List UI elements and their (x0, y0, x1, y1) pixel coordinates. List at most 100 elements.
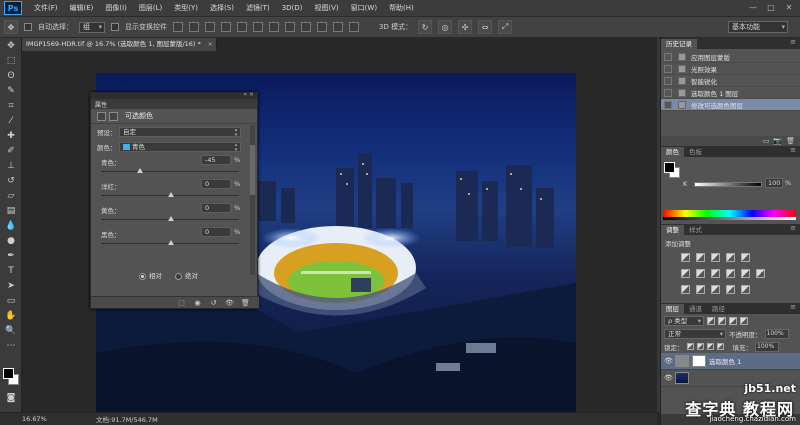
tab-channels[interactable]: 通道 (684, 304, 707, 314)
k-value-input[interactable]: 100 (765, 178, 783, 188)
distribute-middle-icon[interactable] (285, 22, 295, 32)
move-tool-icon[interactable]: ✥ (4, 20, 18, 34)
color-swatches[interactable] (2, 368, 20, 386)
filter-pixel-icon[interactable] (707, 316, 715, 325)
curves-icon[interactable] (711, 253, 720, 262)
slider-value-input[interactable]: -45 (201, 155, 231, 165)
slider-track[interactable] (101, 171, 239, 172)
menu-view[interactable]: 视图(V) (308, 0, 344, 17)
document-tab[interactable]: IMGP1569-HDR.tif @ 16.7% (选取颜色 1, 图层蒙版/1… (22, 38, 217, 51)
quick-select-icon[interactable]: ✎ (0, 83, 22, 98)
foreground-color-swatch[interactable] (3, 368, 14, 379)
align-left-icon[interactable] (221, 22, 231, 32)
tab-paths[interactable]: 路径 (707, 304, 730, 314)
method-relative[interactable]: 相对 (139, 270, 162, 280)
slider-value-input[interactable]: 0 (201, 227, 231, 237)
brightness-icon[interactable] (681, 253, 690, 262)
photo-filter-icon[interactable] (726, 269, 735, 278)
tab-properties[interactable]: 属性 (95, 100, 107, 109)
menu-window[interactable]: 窗口(W) (345, 0, 383, 17)
distribute-bottom-icon[interactable] (301, 22, 311, 32)
panel-menu-icon[interactable]: ≡ (790, 303, 796, 311)
history-item[interactable]: 光照效果 (661, 63, 800, 75)
new-document-from-state-icon[interactable]: ▭ (763, 137, 770, 145)
blur-icon[interactable]: 💧 (0, 218, 22, 233)
auto-select-dropdown[interactable]: 组 (79, 21, 105, 33)
crop-icon[interactable]: ⌗ (0, 98, 22, 113)
tab-styles[interactable]: 样式 (684, 225, 707, 235)
color-spectrum[interactable] (663, 210, 796, 220)
menu-image[interactable]: 图像(I) (99, 0, 133, 17)
align-middle-icon[interactable] (189, 22, 199, 32)
trash-icon[interactable]: 🗑 (786, 137, 795, 145)
slider-thumb[interactable] (168, 240, 174, 245)
layer-kind-filter[interactable]: ρ 类型 (664, 315, 704, 326)
roll-3d-icon[interactable]: ◎ (438, 20, 453, 34)
zoom-field[interactable]: 16.67% (0, 415, 47, 423)
layer-name[interactable]: 选取颜色 1 (709, 356, 741, 366)
invert-icon[interactable] (681, 285, 690, 294)
lock-all-icon[interactable] (716, 343, 724, 350)
levels-icon[interactable] (696, 253, 705, 262)
channel-mixer-icon[interactable] (741, 269, 750, 278)
menu-select[interactable]: 选择(S) (204, 0, 240, 17)
delete-icon[interactable]: 🗑 (240, 299, 251, 307)
history-item[interactable]: 智能锐化 (661, 75, 800, 87)
move-icon[interactable]: ✥ (0, 38, 22, 53)
workspace-dropdown[interactable]: 基本功能 (728, 21, 788, 33)
drag-3d-icon[interactable]: ✣ (458, 20, 473, 34)
absolute-radio[interactable] (175, 272, 182, 280)
history-checkbox[interactable] (664, 64, 672, 73)
shape-icon[interactable]: ▭ (0, 293, 22, 308)
menu-edit[interactable]: 编辑(E) (64, 0, 100, 17)
document-info[interactable]: 文档:91.7M/546.7M (38, 414, 158, 424)
filter-type-icon[interactable] (729, 316, 737, 325)
distribute-left-icon[interactable] (317, 22, 327, 32)
menu-type[interactable]: 类型(Y) (168, 0, 204, 17)
panel-menu-icon[interactable]: ≡ (790, 38, 796, 46)
color-lookup-icon[interactable] (756, 269, 765, 278)
tab-layers[interactable]: 图层 (661, 304, 684, 314)
method-absolute[interactable]: 绝对 (175, 270, 198, 280)
panel-menu-icon[interactable]: ≡ (790, 146, 796, 154)
collapse-icon[interactable]: « (243, 91, 247, 98)
align-center-icon[interactable] (237, 22, 247, 32)
threshold-icon[interactable] (711, 285, 720, 294)
layer-mask-thumbnail[interactable] (692, 355, 706, 367)
history-item[interactable]: 应用图层蒙版 (661, 51, 800, 63)
foreground-color-chip[interactable] (664, 162, 675, 173)
history-item[interactable]: 选取颜色 1 图层 (661, 87, 800, 99)
properties-panel[interactable]: « × 属性 可选颜色 预设： 自定 颜色： 青色 青色： -45 % 洋红： … (90, 91, 259, 309)
history-item-current[interactable]: 修改可选颜色图层 (661, 99, 800, 111)
menu-help[interactable]: 帮助(H) (383, 0, 420, 17)
gradient-map-icon[interactable] (726, 285, 735, 294)
color-balance-icon[interactable] (696, 269, 705, 278)
tab-history[interactable]: 历史记录 (661, 39, 697, 49)
eye-icon[interactable]: 👁 (664, 374, 673, 382)
align-right-icon[interactable] (253, 22, 263, 32)
preset-dropdown[interactable]: 自定 (119, 126, 241, 137)
close-tab-icon[interactable]: × (208, 38, 213, 51)
more-tools-icon[interactable]: ⋯ (0, 338, 22, 353)
selective-color-icon[interactable] (741, 285, 750, 294)
menu-layer[interactable]: 图层(L) (133, 0, 168, 17)
panel-drag-bar[interactable]: « × (91, 91, 257, 99)
zoom-icon[interactable]: 🔍 (0, 323, 22, 338)
black-white-icon[interactable] (711, 269, 720, 278)
history-checkbox[interactable] (664, 88, 672, 97)
posterize-icon[interactable] (696, 285, 705, 294)
slider-value-input[interactable]: 0 (201, 179, 231, 189)
gradient-icon[interactable]: ▤ (0, 203, 22, 218)
eye-icon[interactable]: 👁 (664, 357, 673, 365)
history-checkbox[interactable] (664, 76, 672, 85)
view-previous-icon[interactable]: ◉ (192, 299, 203, 307)
menu-file[interactable]: 文件(F) (28, 0, 64, 17)
rotate-3d-icon[interactable]: ↻ (418, 20, 433, 34)
distribute-right-icon[interactable] (349, 22, 359, 32)
scrollbar-thumb[interactable] (250, 145, 255, 195)
panel-menu-icon[interactable]: ≡ (790, 224, 796, 232)
history-checkbox[interactable] (664, 100, 672, 109)
slider-value-input[interactable]: 0 (201, 203, 231, 213)
tab-adjustments[interactable]: 调整 (661, 225, 684, 235)
history-brush-icon[interactable]: ↺ (0, 173, 22, 188)
